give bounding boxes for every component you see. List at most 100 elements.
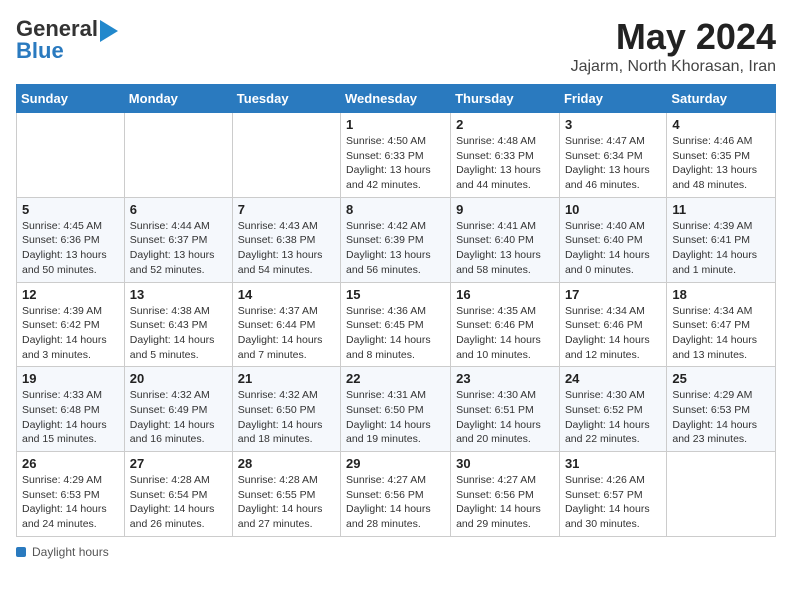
calendar-cell <box>124 113 232 198</box>
calendar-cell: 12Sunrise: 4:39 AM Sunset: 6:42 PM Dayli… <box>17 282 125 367</box>
day-number: 8 <box>346 202 445 217</box>
calendar-cell: 5 Sunrise: 4:45 AM Sunset: 6:36 PM Daylig… <box>17 197 125 282</box>
calendar-cell: 30 Sunrise: 4:27 AM Sunset: 6:56 PM Dayli… <box>451 452 560 537</box>
day-of-week-header: Friday <box>559 85 666 113</box>
calendar-table: SundayMondayTuesdayWednesdayThursdayFrid… <box>16 84 776 537</box>
day-info: Sunrise: 4:32 AM Sunset: 6:49 PM Dayligh… <box>130 388 227 447</box>
header-row: SundayMondayTuesdayWednesdayThursdayFrid… <box>17 85 776 113</box>
calendar-week-row: 26 Sunrise: 4:29 AM Sunset: 6:53 PM Dayli… <box>17 452 776 537</box>
day-number: 6 <box>130 202 227 217</box>
calendar-cell: 16Sunrise: 4:35 AM Sunset: 6:46 PM Dayli… <box>451 282 560 367</box>
calendar-cell: 29 Sunrise: 4:27 AM Sunset: 6:56 PM Dayli… <box>341 452 451 537</box>
calendar-week-row: 19 Sunrise: 4:33 AM Sunset: 6:48 PM Dayli… <box>17 367 776 452</box>
day-info: Sunrise: 4:50 AM Sunset: 6:33 PM Dayligh… <box>346 134 445 193</box>
calendar-cell: 3 Sunrise: 4:47 AM Sunset: 6:34 PM Daylig… <box>559 113 666 198</box>
day-info: Sunrise: 4:39 AM Sunset: 6:41 PM Dayligh… <box>672 219 770 278</box>
day-number: 22 <box>346 371 445 386</box>
calendar-cell: 13 Sunrise: 4:38 AM Sunset: 6:43 PM Dayli… <box>124 282 232 367</box>
day-number: 12 <box>22 287 119 302</box>
day-number: 2 <box>456 117 554 132</box>
day-info: Sunrise: 4:38 AM Sunset: 6:43 PM Dayligh… <box>130 304 227 363</box>
day-number: 20 <box>130 371 227 386</box>
day-info: Sunrise: 4:46 AM Sunset: 6:35 PM Dayligh… <box>672 134 770 193</box>
day-of-week-header: Monday <box>124 85 232 113</box>
day-info: Sunrise: 4:33 AM Sunset: 6:48 PM Dayligh… <box>22 388 119 447</box>
day-of-week-header: Thursday <box>451 85 560 113</box>
day-info: Sunrise: 4:48 AM Sunset: 6:33 PM Dayligh… <box>456 134 554 193</box>
day-number: 1 <box>346 117 445 132</box>
day-number: 3 <box>565 117 661 132</box>
daylight-label: Daylight hours <box>32 545 109 559</box>
day-number: 5 <box>22 202 119 217</box>
day-number: 4 <box>672 117 770 132</box>
day-info: Sunrise: 4:31 AM Sunset: 6:50 PM Dayligh… <box>346 388 445 447</box>
day-number: 17 <box>565 287 661 302</box>
title-area: May 2024 Jajarm, North Khorasan, Iran <box>571 16 776 76</box>
calendar-cell: 23Sunrise: 4:30 AM Sunset: 6:51 PM Dayli… <box>451 367 560 452</box>
day-number: 24 <box>565 371 661 386</box>
calendar-cell: 11 Sunrise: 4:39 AM Sunset: 6:41 PM Dayli… <box>667 197 776 282</box>
day-info: Sunrise: 4:27 AM Sunset: 6:56 PM Dayligh… <box>346 473 445 532</box>
calendar-cell: 19 Sunrise: 4:33 AM Sunset: 6:48 PM Dayli… <box>17 367 125 452</box>
day-number: 28 <box>238 456 335 471</box>
day-info: Sunrise: 4:47 AM Sunset: 6:34 PM Dayligh… <box>565 134 661 193</box>
day-info: Sunrise: 4:36 AM Sunset: 6:45 PM Dayligh… <box>346 304 445 363</box>
calendar-cell: 18Sunrise: 4:34 AM Sunset: 6:47 PM Dayli… <box>667 282 776 367</box>
logo-arrow-icon <box>100 20 118 42</box>
day-info: Sunrise: 4:29 AM Sunset: 6:53 PM Dayligh… <box>22 473 119 532</box>
calendar-cell: 7 Sunrise: 4:43 AM Sunset: 6:38 PM Daylig… <box>232 197 340 282</box>
day-number: 19 <box>22 371 119 386</box>
calendar-cell: 9 Sunrise: 4:41 AM Sunset: 6:40 PM Daylig… <box>451 197 560 282</box>
calendar-header: SundayMondayTuesdayWednesdayThursdayFrid… <box>17 85 776 113</box>
logo: General Blue <box>16 16 118 64</box>
calendar-cell: 22 Sunrise: 4:31 AM Sunset: 6:50 PM Dayli… <box>341 367 451 452</box>
calendar-cell: 21Sunrise: 4:32 AM Sunset: 6:50 PM Dayli… <box>232 367 340 452</box>
day-info: Sunrise: 4:42 AM Sunset: 6:39 PM Dayligh… <box>346 219 445 278</box>
day-of-week-header: Wednesday <box>341 85 451 113</box>
day-number: 23 <box>456 371 554 386</box>
calendar-cell: 27Sunrise: 4:28 AM Sunset: 6:54 PM Dayli… <box>124 452 232 537</box>
day-info: Sunrise: 4:41 AM Sunset: 6:40 PM Dayligh… <box>456 219 554 278</box>
calendar-cell: 28 Sunrise: 4:28 AM Sunset: 6:55 PM Dayli… <box>232 452 340 537</box>
day-number: 16 <box>456 287 554 302</box>
day-number: 26 <box>22 456 119 471</box>
calendar-cell <box>17 113 125 198</box>
day-info: Sunrise: 4:28 AM Sunset: 6:54 PM Dayligh… <box>130 473 227 532</box>
day-number: 15 <box>346 287 445 302</box>
page-header: General Blue May 2024 Jajarm, North Khor… <box>16 16 776 76</box>
day-number: 9 <box>456 202 554 217</box>
day-info: Sunrise: 4:30 AM Sunset: 6:52 PM Dayligh… <box>565 388 661 447</box>
calendar-cell: 24 Sunrise: 4:30 AM Sunset: 6:52 PM Dayli… <box>559 367 666 452</box>
day-info: Sunrise: 4:37 AM Sunset: 6:44 PM Dayligh… <box>238 304 335 363</box>
day-number: 25 <box>672 371 770 386</box>
day-info: Sunrise: 4:29 AM Sunset: 6:53 PM Dayligh… <box>672 388 770 447</box>
day-number: 10 <box>565 202 661 217</box>
day-info: Sunrise: 4:27 AM Sunset: 6:56 PM Dayligh… <box>456 473 554 532</box>
calendar-cell: 6 Sunrise: 4:44 AM Sunset: 6:37 PM Daylig… <box>124 197 232 282</box>
logo-blue-text: Blue <box>16 38 64 64</box>
day-number: 13 <box>130 287 227 302</box>
day-number: 30 <box>456 456 554 471</box>
calendar-cell: 26 Sunrise: 4:29 AM Sunset: 6:53 PM Dayli… <box>17 452 125 537</box>
calendar-cell: 4 Sunrise: 4:46 AM Sunset: 6:35 PM Daylig… <box>667 113 776 198</box>
day-number: 11 <box>672 202 770 217</box>
day-number: 29 <box>346 456 445 471</box>
calendar-week-row: 12Sunrise: 4:39 AM Sunset: 6:42 PM Dayli… <box>17 282 776 367</box>
calendar-cell: 8 Sunrise: 4:42 AM Sunset: 6:39 PM Daylig… <box>341 197 451 282</box>
day-info: Sunrise: 4:40 AM Sunset: 6:40 PM Dayligh… <box>565 219 661 278</box>
calendar-cell <box>667 452 776 537</box>
calendar-cell: 10 Sunrise: 4:40 AM Sunset: 6:40 PM Dayli… <box>559 197 666 282</box>
day-number: 7 <box>238 202 335 217</box>
day-info: Sunrise: 4:45 AM Sunset: 6:36 PM Dayligh… <box>22 219 119 278</box>
calendar-cell: 17Sunrise: 4:34 AM Sunset: 6:46 PM Dayli… <box>559 282 666 367</box>
calendar-cell: 25 Sunrise: 4:29 AM Sunset: 6:53 PM Dayli… <box>667 367 776 452</box>
day-info: Sunrise: 4:28 AM Sunset: 6:55 PM Dayligh… <box>238 473 335 532</box>
calendar-footer: Daylight hours <box>16 545 776 559</box>
day-of-week-header: Saturday <box>667 85 776 113</box>
day-number: 31 <box>565 456 661 471</box>
day-of-week-header: Sunday <box>17 85 125 113</box>
day-info: Sunrise: 4:44 AM Sunset: 6:37 PM Dayligh… <box>130 219 227 278</box>
day-info: Sunrise: 4:43 AM Sunset: 6:38 PM Dayligh… <box>238 219 335 278</box>
day-number: 14 <box>238 287 335 302</box>
day-info: Sunrise: 4:26 AM Sunset: 6:57 PM Dayligh… <box>565 473 661 532</box>
